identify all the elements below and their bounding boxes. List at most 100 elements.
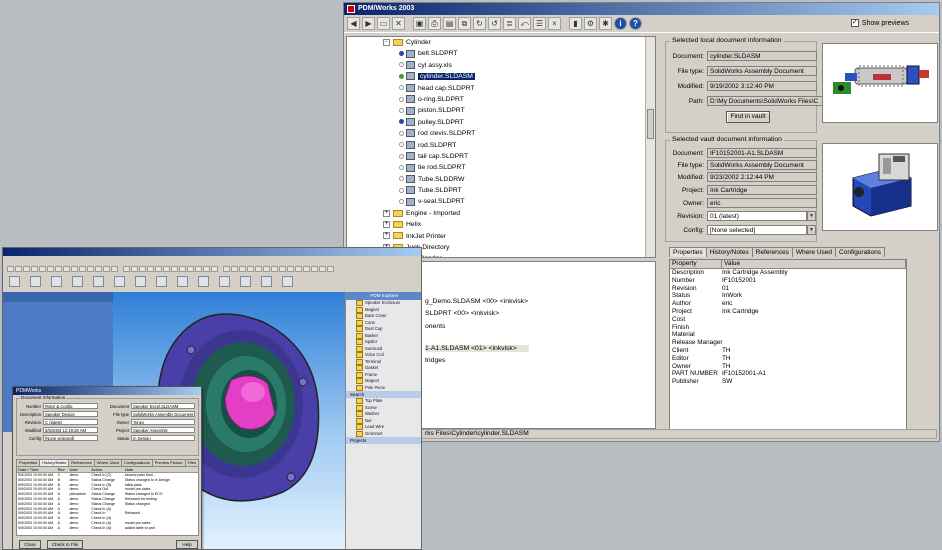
command-button-icon[interactable]	[198, 275, 209, 287]
toolbar-button-icon[interactable]	[179, 265, 186, 272]
tree-file-tie-rod-sldprt[interactable]: tie rod.SLDPRT	[347, 162, 655, 173]
command-button-icon[interactable]	[240, 275, 251, 287]
toolbar-button-icon[interactable]	[163, 265, 170, 272]
tree-folder-engine-imported[interactable]: + Engine - Imported	[347, 208, 655, 219]
property-row[interactable]: Client TH	[670, 347, 906, 355]
delete-icon[interactable]: ✕	[392, 17, 405, 30]
toolbar-button-icon[interactable]	[139, 265, 146, 272]
tree-folder-inkjet-printer[interactable]: + InkJet Printer	[347, 231, 655, 242]
toolbar-button-icon[interactable]	[47, 265, 54, 272]
property-row[interactable]: Author eric	[670, 300, 906, 308]
collapse-icon[interactable]: -	[383, 38, 390, 46]
toolbar-button-icon[interactable]	[131, 265, 138, 272]
rollback-icon[interactable]: ⤺	[518, 17, 531, 30]
tree-file-cyl-assy-xls[interactable]: cyl assy.xls	[347, 60, 655, 71]
property-row[interactable]: Revision 01	[670, 285, 906, 293]
toolbar-button-icon[interactable]	[23, 265, 30, 272]
command-button-icon[interactable]	[282, 275, 293, 287]
command-button-icon[interactable]	[261, 275, 272, 287]
toolbar-button-icon[interactable]	[211, 265, 218, 272]
tree-file-piston-sldprt[interactable]: piston.SLDPRT	[347, 105, 655, 116]
property-row[interactable]: Finish	[670, 324, 906, 332]
tree-file-tube-sldprt[interactable]: Tube.SLDPRT	[347, 185, 655, 196]
history-column-header[interactable]: User	[68, 467, 90, 472]
tree-folder-cylinder[interactable]: - Cylinder	[347, 37, 655, 48]
toolbar-button-icon[interactable]	[271, 265, 278, 272]
copy-icon[interactable]: ⧉	[458, 17, 471, 30]
check-in-file-button[interactable]: Check In File	[47, 540, 83, 549]
print-icon[interactable]: ⎙	[428, 17, 441, 30]
property-row[interactable]: Description Ink Cartridge Assembly	[670, 269, 906, 277]
toolbar-button-icon[interactable]	[63, 265, 70, 272]
tab-where-used[interactable]: Where Used	[791, 247, 837, 257]
tree-item[interactable]	[3, 323, 113, 330]
tree-file-o-ring-sldprt[interactable]: o-ring.SLDPRT	[347, 94, 655, 105]
property-row[interactable]: Status InWork	[670, 292, 906, 300]
scroll-thumb[interactable]	[647, 109, 654, 139]
tree-item[interactable]	[3, 302, 113, 309]
tab-references[interactable]: References	[751, 247, 793, 257]
property-row[interactable]: Material	[670, 331, 906, 339]
checkbox-box[interactable]: ✓	[850, 19, 859, 27]
number-field[interactable]: Rotor & Config	[43, 403, 98, 409]
column-header-property[interactable]: Property	[670, 260, 722, 268]
command-button-icon[interactable]	[156, 275, 167, 287]
checkin-icon[interactable]: ▣	[413, 17, 426, 30]
tab-configurations[interactable]: Configurations	[835, 247, 885, 257]
back-icon[interactable]: ◀	[347, 17, 360, 30]
property-row[interactable]: Project Ink Cartridge	[670, 308, 906, 316]
vault-tree[interactable]: - Cylinder belt.SLDPRT cyl assy.xls cylinder…	[346, 36, 656, 258]
config-select[interactable]: [None selected]	[707, 225, 807, 235]
panel-section[interactable]: Projects	[346, 437, 421, 444]
property-row[interactable]: Editor TH	[670, 355, 906, 363]
toolbar-button-icon[interactable]	[279, 265, 286, 272]
toolbar-button-icon[interactable]	[71, 265, 78, 272]
command-button-icon[interactable]	[72, 275, 83, 287]
reference-line[interactable]: g_Demo.SLDASM <00> <inkvisk>	[425, 298, 528, 305]
toolbar-button-icon[interactable]	[263, 265, 270, 272]
reference-line[interactable]: tridges	[425, 357, 445, 364]
command-button-icon[interactable]	[219, 275, 230, 287]
help-button[interactable]: Help	[176, 540, 198, 549]
chevron-down-icon[interactable]: ▼	[807, 211, 816, 221]
get-version-icon[interactable]: ↺	[488, 17, 501, 30]
command-button-icon[interactable]	[177, 275, 188, 287]
toolbar-button-icon[interactable]	[327, 265, 334, 272]
tree-file-head-cap-sldprt[interactable]: head cap.SLDPRT	[347, 83, 655, 94]
reference-line[interactable]: onents	[425, 323, 445, 330]
toolbar-button-icon[interactable]	[223, 265, 230, 272]
toolbar-button-icon[interactable]	[247, 265, 254, 272]
chevron-down-icon[interactable]: ▼	[807, 225, 816, 235]
toolbar-button-icon[interactable]	[187, 265, 194, 272]
expand-icon[interactable]: +	[383, 220, 390, 228]
tree-folder-helix[interactable]: + Helix	[347, 219, 655, 230]
property-row[interactable]: Publisher SW	[670, 378, 906, 386]
expand-icon[interactable]: +	[383, 209, 390, 217]
toolbar-button-icon[interactable]	[295, 265, 302, 272]
info-icon[interactable]: i	[614, 17, 627, 30]
tab-properties[interactable]: Properties	[669, 247, 707, 257]
command-button-icon[interactable]	[9, 275, 20, 287]
pdm-explorer-panel[interactable]: PDM Explorer Speaker Enclosure Magnet Back…	[345, 292, 421, 549]
tree-icon[interactable]: ≣	[503, 17, 516, 30]
tree-item[interactable]	[3, 330, 113, 337]
panel-section[interactable]: Search	[346, 391, 421, 398]
toolbar-button-icon[interactable]	[95, 265, 102, 272]
dialog-tab-configurations[interactable]: Configurations	[120, 459, 153, 466]
tree-file-tube-slddrw[interactable]: Tube.SLDDRW	[347, 174, 655, 185]
property-row[interactable]: Cost	[670, 316, 906, 324]
get-latest-icon[interactable]: ↻	[473, 17, 486, 30]
toolbar-button-icon[interactable]	[15, 265, 22, 272]
tree-file-rod-clevis-sldprt[interactable]: rod clevis.SLDPRT	[347, 128, 655, 139]
toolbar-button-icon[interactable]	[7, 265, 14, 272]
toolbar-button-icon[interactable]	[255, 265, 262, 272]
property-row[interactable]: Owner TH	[670, 363, 906, 371]
reference-line[interactable]: SLDPRT <00> <inkvisk>	[425, 310, 499, 317]
show-previews-checkbox[interactable]: ✓ Show previews	[850, 19, 909, 27]
toolbar-button-icon[interactable]	[123, 265, 130, 272]
find-in-vault-button[interactable]: Find in vault	[726, 111, 770, 123]
tree-item[interactable]	[3, 316, 113, 323]
tree-file-v-seal-sldprt[interactable]: v-seal.SLDPRT	[347, 196, 655, 207]
tree-item[interactable]	[3, 309, 113, 316]
property-row[interactable]: PART NUMBER IF10152001-A1	[670, 370, 906, 378]
